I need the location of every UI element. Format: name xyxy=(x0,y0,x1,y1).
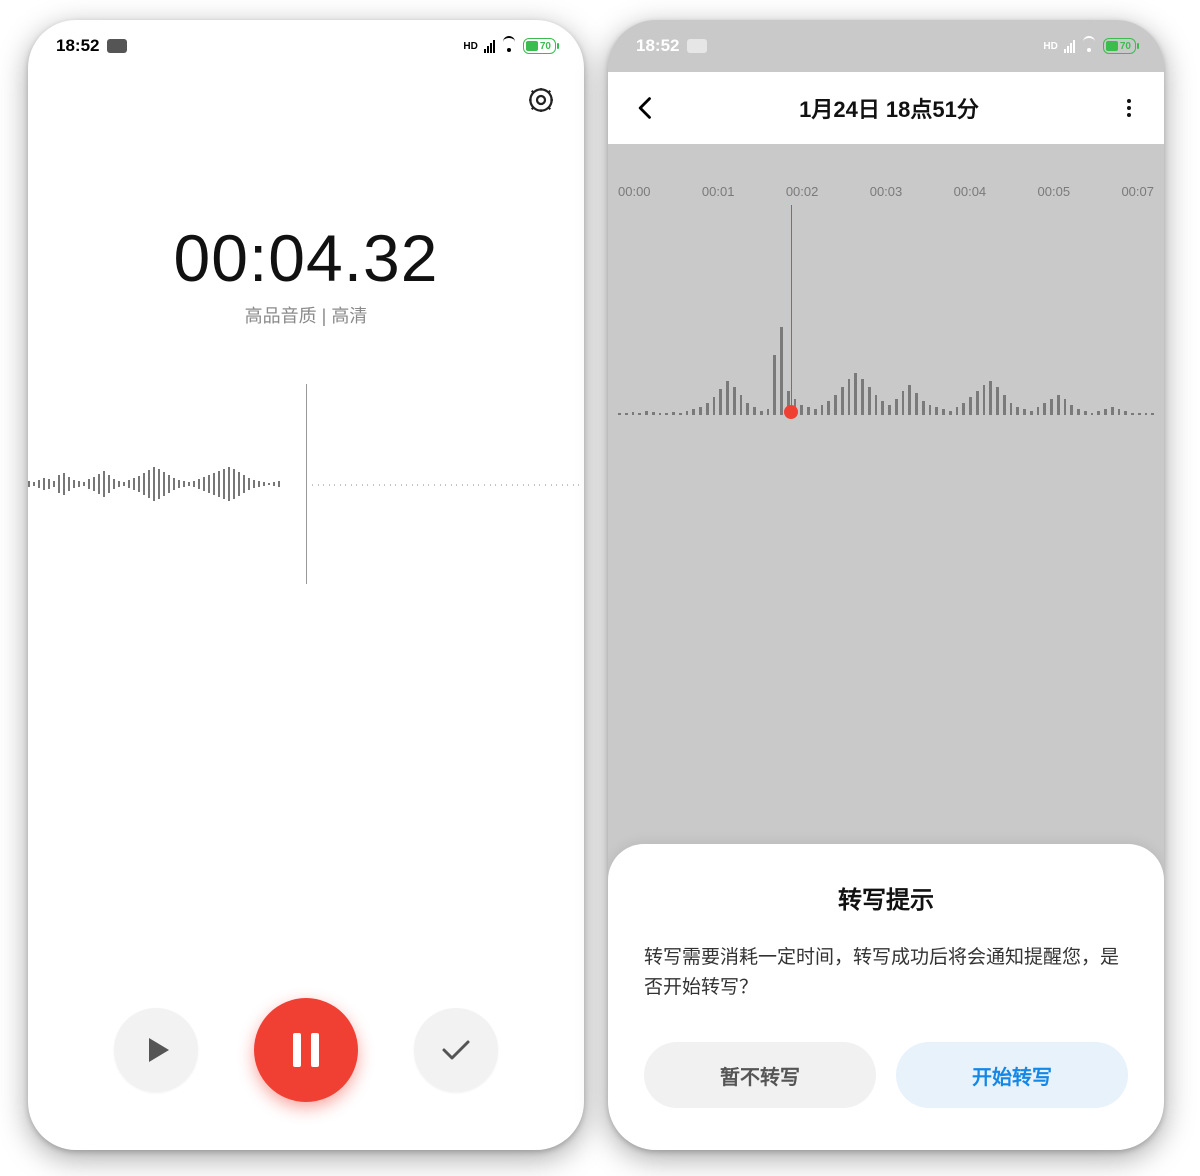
timeline-tick: 00:05 xyxy=(1038,184,1071,199)
phone-playback: 18:52 HD 70 1月24日 18点51分 00:00 00:01 00:02… xyxy=(608,20,1164,1150)
playback-waveform-area[interactable] xyxy=(608,215,1164,475)
timeline-tick: 00:02 xyxy=(786,184,819,199)
gear-icon xyxy=(526,85,556,115)
more-dot-icon xyxy=(1127,99,1131,103)
stop-button[interactable] xyxy=(414,1008,498,1092)
timeline-tick: 00:04 xyxy=(954,184,987,199)
dialog-heading: 转写提示 xyxy=(644,880,1128,915)
transcribe-dialog: 转写提示 转写需要消耗一定时间，转写成功后将会通知提醒您，是否开始转写？ 暂不转… xyxy=(608,844,1164,1150)
quality-label: 高品音质 | 高清 xyxy=(28,302,584,328)
back-button[interactable] xyxy=(632,94,660,122)
playback-waveform-bars xyxy=(618,275,1154,415)
recording-indicator-icon xyxy=(107,39,127,53)
more-dot-icon xyxy=(1127,106,1131,110)
status-bar: 18:52 HD 70 xyxy=(608,20,1164,72)
status-time: 18:52 xyxy=(56,36,99,56)
dialog-body: 转写需要消耗一定时间，转写成功后将会通知提醒您，是否开始转写？ xyxy=(644,943,1128,1002)
more-button[interactable] xyxy=(1118,97,1140,119)
chevron-left-icon xyxy=(632,94,660,122)
battery-icon: 70 xyxy=(1103,38,1136,54)
pause-icon xyxy=(293,1033,319,1067)
more-dot-icon xyxy=(1127,113,1131,117)
wifi-icon xyxy=(501,40,517,52)
timeline-tick: 00:03 xyxy=(870,184,903,199)
timeline-tick: 00:07 xyxy=(1121,184,1154,199)
timer-value: 00:04.32 xyxy=(28,220,584,296)
start-transcribe-button[interactable]: 开始转写 xyxy=(896,1042,1128,1108)
hd-icon: HD xyxy=(463,41,477,52)
check-icon xyxy=(440,1038,472,1062)
recorder-controls xyxy=(28,998,584,1102)
phone-recorder: 18:52 HD 70 00:04.32 高品音质 | 高清 xyxy=(28,20,584,1150)
waveform-area xyxy=(28,384,584,584)
hd-icon: HD xyxy=(1043,41,1057,52)
playhead-dot[interactable] xyxy=(784,405,798,419)
timeline-tick: 00:01 xyxy=(702,184,735,199)
top-bar xyxy=(28,72,584,128)
title-bar: 1月24日 18点51分 xyxy=(608,72,1164,144)
wifi-icon xyxy=(1081,40,1097,52)
status-time: 18:52 xyxy=(636,36,679,56)
pause-button[interactable] xyxy=(254,998,358,1102)
timer-display: 00:04.32 高品音质 | 高清 xyxy=(28,220,584,328)
flag-button[interactable] xyxy=(114,1008,198,1092)
waveform-future-dots xyxy=(306,484,584,486)
playhead-line xyxy=(791,205,792,415)
status-bar: 18:52 HD 70 xyxy=(28,20,584,72)
play-icon xyxy=(149,1038,169,1062)
battery-icon: 70 xyxy=(523,38,556,54)
recording-title: 1月24日 18点51分 xyxy=(799,92,979,124)
recording-indicator-icon xyxy=(687,39,707,53)
timeline-ruler: 00:00 00:01 00:02 00:03 00:04 00:05 00:07 xyxy=(608,184,1164,199)
cancel-transcribe-button[interactable]: 暂不转写 xyxy=(644,1042,876,1108)
settings-button[interactable] xyxy=(526,85,556,115)
signal-icon xyxy=(1064,39,1075,53)
dialog-actions: 暂不转写 开始转写 xyxy=(644,1042,1128,1108)
signal-icon xyxy=(484,39,495,53)
timeline-tick: 00:00 xyxy=(618,184,651,199)
